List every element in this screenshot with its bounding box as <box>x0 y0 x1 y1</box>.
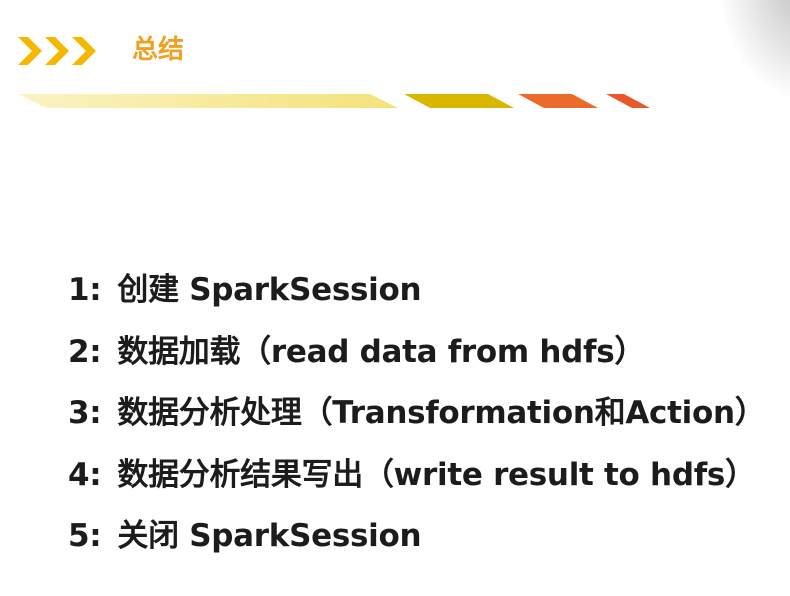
list-item: 3: 数据分析处理（Transformation和Action） <box>68 393 766 433</box>
list-item: 5: 关闭 SparkSession <box>68 516 765 556</box>
item-text: 创建 SparkSession <box>117 272 422 308</box>
item-text: 关闭 SparkSession <box>117 518 422 554</box>
item-number: 4: <box>68 456 102 493</box>
corner-shadow <box>720 0 790 100</box>
item-text: 数据分析处理（Transformation和Action） <box>117 395 766 431</box>
chevron-arrows-icon <box>18 37 96 65</box>
decorative-stripes <box>18 94 650 108</box>
item-number: 3: <box>68 395 102 431</box>
item-text: 数据加载（read data from hdfs） <box>117 333 646 370</box>
item-number: 1: <box>68 272 102 308</box>
summary-list: 1: 创建 SparkSession 2: 数据加载（read data from … <box>68 270 766 578</box>
page-title: 总结 <box>132 35 185 65</box>
list-item: 2: 数据加载（read data from hdfs） <box>68 332 765 372</box>
list-item: 4: 数据分析结果写出（write result to hdfs） <box>68 455 765 495</box>
list-item: 1: 创建 SparkSession <box>68 270 765 310</box>
item-text: 数据分析结果写出（write result to hdfs） <box>117 456 756 493</box>
item-number: 5: <box>68 518 102 554</box>
summary-slide: 总结 1: 创建 SparkSession 2: 数据加载（read data fr… <box>0 0 790 596</box>
item-number: 2: <box>68 333 102 370</box>
